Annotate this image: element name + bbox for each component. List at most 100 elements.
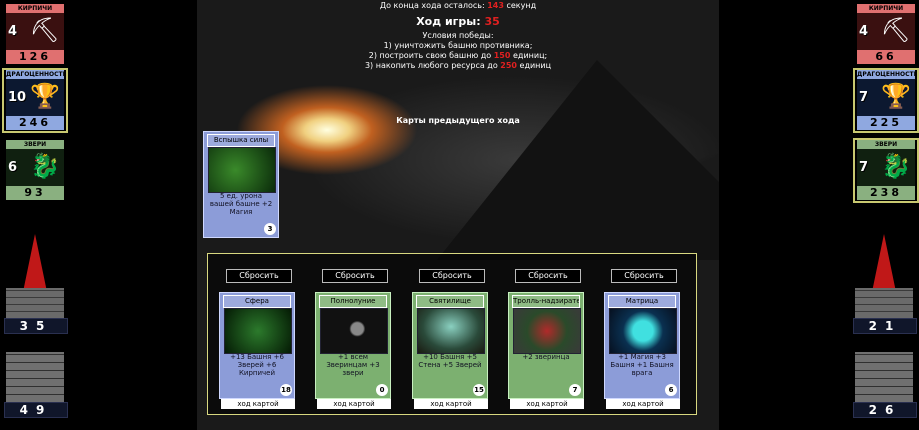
bricks-label: КИРПИЧИ: [857, 4, 915, 13]
bricks-production: 4: [8, 24, 18, 39]
hand-card-2[interactable]: Полнолуние +1 всем Зверинцам +3 звери 0: [315, 292, 391, 399]
discard-button-1[interactable]: Сбросить: [226, 269, 292, 283]
turn-timer: До конца хода осталось: 143 секунд: [197, 1, 719, 11]
gems-production: 7: [859, 90, 869, 105]
turn-value: 35: [484, 15, 500, 28]
gems-label: ДРАГОЦЕННОСТИ: [6, 70, 64, 79]
card-art: [320, 308, 388, 354]
card-art: [208, 147, 276, 193]
player-wall: 49: [4, 352, 68, 418]
card-art: [513, 308, 581, 354]
victory-cond-3: 3) накопить любого ресурса до 250 единиц: [197, 61, 719, 71]
cond3-value: 250: [500, 61, 517, 70]
cond2-unit: единиц;: [512, 51, 548, 60]
card-cost: 15: [473, 384, 485, 396]
card-cost: 6: [665, 384, 677, 396]
tower-height: 35: [4, 318, 68, 334]
bricks-amount: 126: [6, 50, 64, 64]
card-description: +10 Башня +5 Стена +5 Зверей: [418, 353, 482, 369]
victory-cond-1: 1) уничтожить башню противника;: [383, 41, 533, 50]
card-description: +1 Магия +3 Башня +1 Башня врага: [610, 353, 674, 377]
play-card-button-5[interactable]: ход картой: [606, 399, 680, 409]
beasts-amount: 93: [6, 186, 64, 200]
tower-height: 21: [853, 318, 917, 334]
gems-amount: 225: [857, 116, 915, 130]
beasts-production: 7: [859, 160, 869, 175]
hand-panel: Сбросить Сбросить Сбросить Сбросить Сбро…: [207, 253, 697, 415]
mountain-backdrop: [437, 60, 719, 260]
card-title: Матрица: [608, 295, 676, 308]
card-description: +13 Башня +6 Зверей +6 Кирпичей: [230, 353, 284, 377]
tower-body: [6, 288, 64, 318]
card-description: +1 всем Зверинцам +3 звери: [326, 353, 380, 377]
card-title: Сфера: [223, 295, 291, 308]
play-card-button-3[interactable]: ход картой: [414, 399, 488, 409]
card-art: [417, 308, 485, 354]
timer-value: 143: [487, 1, 504, 10]
card-description: 5 ед. урона вашей башне +2 Магия: [209, 192, 273, 216]
cond3-text: 3) накопить любого ресурса до: [364, 61, 498, 70]
victory-title: Условия победы:: [422, 31, 494, 40]
card-title: Вспышка силы: [207, 134, 275, 147]
turn-label: Ход игры:: [416, 15, 481, 28]
wall-icon: [6, 352, 64, 402]
card-cost: 3: [264, 223, 276, 235]
gems-production: 10: [8, 90, 27, 105]
discard-button-2[interactable]: Сбросить: [322, 269, 388, 283]
gems-label: ДРАГОЦЕННОСТИ: [857, 70, 915, 79]
hand-card-5[interactable]: Матрица +1 Магия +3 Башня +1 Башня врага…: [604, 292, 680, 399]
wall-height: 49: [4, 402, 68, 418]
hand-card-4[interactable]: Тролль-надзиратель +2 зверинца 7: [508, 292, 584, 399]
discard-button-3[interactable]: Сбросить: [419, 269, 485, 283]
enemy-beasts: ЗВЕРИ 🐉 7 238: [853, 138, 919, 203]
beasts-amount: 238: [857, 186, 915, 200]
cond2-text: 2) построить свою башню до: [368, 51, 492, 60]
card-art: [224, 308, 292, 354]
bricks-amount: 66: [857, 50, 915, 64]
enemy-wall: 26: [853, 352, 917, 418]
tower-spire-icon: [872, 234, 896, 292]
turn-counter: Ход игры: 35: [197, 15, 719, 28]
card-art: [609, 308, 677, 354]
timer-prefix: До конца хода осталось:: [379, 1, 485, 10]
card-cost: 7: [569, 384, 581, 396]
beasts-label: ЗВЕРИ: [6, 140, 64, 149]
tower-spire-icon: [23, 234, 47, 292]
enemy-tower: 21: [853, 234, 917, 334]
play-card-button-2[interactable]: ход картой: [317, 399, 391, 409]
enemy-panel: КИРПИЧИ ⛏ 4 66 ДРАГОЦЕННОСТИ 🏆 7 225 ЗВЕ…: [849, 0, 919, 430]
enemy-gems: ДРАГОЦЕННОСТИ 🏆 7 225: [853, 68, 919, 133]
wall-icon: [855, 352, 913, 402]
discard-button-5[interactable]: Сбросить: [611, 269, 677, 283]
card-cost: 18: [280, 384, 292, 396]
play-card-button-4[interactable]: ход картой: [510, 399, 584, 409]
player-bricks: КИРПИЧИ ⛏ 4 126: [2, 2, 68, 67]
beasts-production: 6: [8, 160, 18, 175]
discard-button-4[interactable]: Сбросить: [515, 269, 581, 283]
beasts-label: ЗВЕРИ: [857, 140, 915, 149]
previous-turn-title: Карты предыдущего хода: [396, 116, 520, 125]
hand-card-3[interactable]: Святилище +10 Башня +5 Стена +5 Зверей 1…: [412, 292, 488, 399]
player-tower: 35: [4, 234, 68, 334]
player-panel: КИРПИЧИ ⛏ 4 126 ДРАГОЦЕННОСТИ 🏆 10 246 З…: [0, 0, 70, 430]
bricks-label: КИРПИЧИ: [6, 4, 64, 13]
timer-suffix: секунд: [506, 1, 537, 10]
card-cost: 0: [376, 384, 388, 396]
player-gems: ДРАГОЦЕННОСТИ 🏆 10 246: [2, 68, 68, 133]
card-title: Полнолуние: [319, 295, 387, 308]
player-beasts: ЗВЕРИ 🐉 6 93: [2, 138, 68, 203]
card-description: +2 зверинца: [522, 353, 570, 361]
victory-cond-2: 2) построить свою башню до 150 единиц;: [197, 51, 719, 61]
enemy-bricks: КИРПИЧИ ⛏ 4 66: [853, 2, 919, 67]
card-title: Тролль-надзиратель: [512, 295, 580, 308]
bricks-production: 4: [859, 24, 869, 39]
hand-card-1[interactable]: Сфера +13 Башня +6 Зверей +6 Кирпичей 18: [219, 292, 295, 399]
cond2-value: 150: [493, 51, 511, 60]
play-card-button-1[interactable]: ход картой: [221, 399, 295, 409]
cond3-unit: единиц: [519, 61, 552, 70]
previous-card: Вспышка силы 5 ед. урона вашей башне +2 …: [203, 131, 279, 238]
tower-body: [855, 288, 913, 318]
gems-amount: 246: [6, 116, 64, 130]
card-title: Святилище: [416, 295, 484, 308]
game-board: До конца хода осталось: 143 секунд Ход и…: [197, 0, 719, 430]
